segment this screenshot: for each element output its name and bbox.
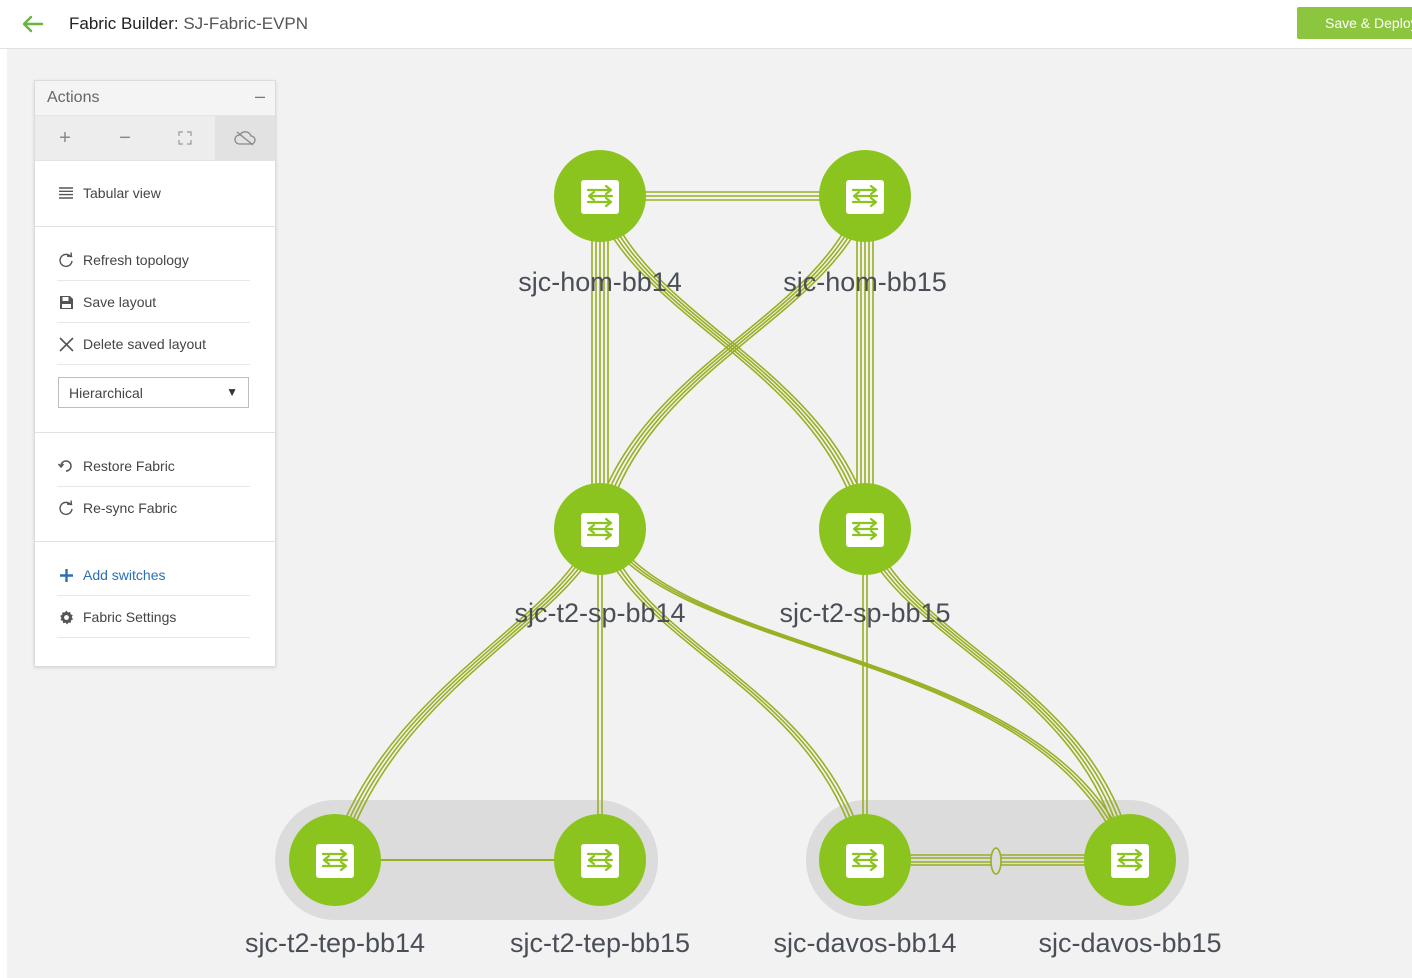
zoom-out-icon[interactable]: − (95, 116, 155, 160)
node-label: sjc-davos-bb14 (773, 928, 956, 958)
save-icon (57, 293, 75, 311)
tabular-view-label: Tabular view (83, 185, 161, 201)
delete-saved-layout-button[interactable]: Delete saved layout (57, 324, 250, 365)
cloud-off-icon[interactable] (215, 116, 275, 160)
link-hom15-sp15 (856, 198, 874, 530)
plus-icon (57, 566, 75, 584)
node-label: sjc-t2-sp-bb14 (514, 598, 685, 628)
zoom-in-icon[interactable]: + (35, 116, 95, 160)
switch-icon (844, 511, 886, 549)
minimize-button[interactable]: – (255, 86, 265, 107)
resync-fabric-button[interactable]: Re-sync Fabric (57, 488, 250, 528)
switch-node-davos14[interactable] (819, 814, 911, 906)
refresh-icon (57, 251, 75, 269)
refresh-topology-label: Refresh topology (83, 252, 189, 268)
links (329, 191, 1135, 866)
zoom-toolbar: + − (35, 116, 275, 161)
save-layout-label: Save layout (83, 294, 157, 310)
fabric-settings-button[interactable]: Fabric Settings (57, 597, 250, 638)
node-label: sjc-hom-bb14 (518, 267, 682, 297)
layout-select[interactable]: Hierarchical ▼ (58, 377, 249, 408)
switch-icon (579, 178, 621, 216)
actions-panel: Actions – + − Tabular view Refresh topol… (34, 80, 276, 667)
link-sp14-davos14 (597, 534, 869, 861)
fit-icon[interactable] (155, 116, 215, 160)
layout-select-value: Hierarchical (69, 385, 143, 401)
switch-icon (844, 842, 886, 880)
divider (35, 541, 275, 542)
close-icon (57, 335, 75, 353)
dropdown-arrow-icon: ▼ (226, 385, 238, 399)
node-label: sjc-davos-bb15 (1038, 928, 1221, 958)
switch-node-tep15[interactable] (554, 814, 646, 906)
link-hom15-sp14 (592, 204, 870, 526)
tabular-view-button[interactable]: Tabular view (57, 173, 250, 213)
link-hom14-sp15 (595, 204, 873, 526)
switch-icon (314, 842, 356, 880)
node-label: sjc-t2-tep-bb14 (245, 928, 425, 958)
port-channel-marker (990, 847, 1002, 875)
node-label: sjc-hom-bb15 (783, 267, 947, 297)
actions-panel-title: Actions (47, 89, 100, 106)
gear-icon (57, 608, 75, 626)
switch-node-tep14[interactable] (289, 814, 381, 906)
restore-icon (57, 457, 75, 475)
switch-icon (844, 178, 886, 216)
add-switches-button[interactable]: Add switches (57, 555, 250, 596)
divider (35, 226, 275, 227)
delete-saved-layout-label: Delete saved layout (83, 336, 206, 352)
switch-node-hom15[interactable] (819, 150, 911, 242)
switch-icon (579, 511, 621, 549)
refresh-icon (57, 499, 75, 517)
actions-panel-header: Actions – (35, 81, 275, 116)
save-layout-button[interactable]: Save layout (57, 282, 250, 323)
link-hom14-sp14 (591, 198, 609, 530)
list-icon (57, 184, 75, 202)
switch-node-davos15[interactable] (1084, 814, 1176, 906)
switch-node-hom14[interactable] (554, 150, 646, 242)
switch-node-sp14[interactable] (554, 483, 646, 575)
switch-node-sp15[interactable] (819, 483, 911, 575)
resync-fabric-label: Re-sync Fabric (83, 500, 178, 516)
restore-fabric-button[interactable]: Restore Fabric (57, 446, 250, 487)
fabric-settings-label: Fabric Settings (83, 609, 177, 625)
divider (35, 432, 275, 433)
refresh-topology-button[interactable]: Refresh topology (57, 240, 250, 281)
node-label: sjc-t2-tep-bb15 (510, 928, 690, 958)
switch-icon (579, 842, 621, 880)
node-label: sjc-t2-sp-bb15 (779, 598, 950, 628)
restore-fabric-label: Restore Fabric (83, 458, 175, 474)
add-switches-label: Add switches (83, 567, 166, 583)
switch-icon (1109, 842, 1151, 880)
